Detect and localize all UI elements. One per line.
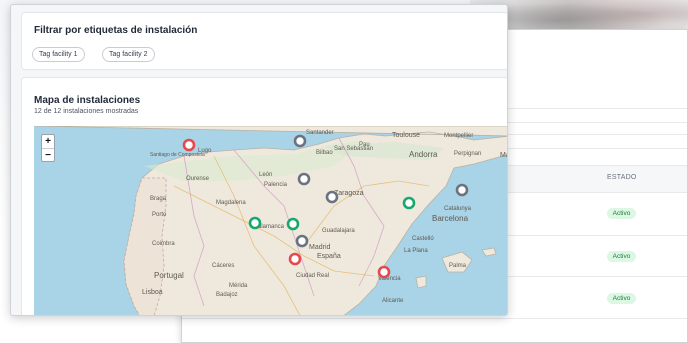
status-badge: Activo [607,208,636,219]
map-marker-6[interactable] [455,183,469,197]
status-badge: Activo [607,293,636,304]
status-badge: Activo [607,251,636,262]
map-subtitle: 12 de 12 instalaciones mostradas [34,108,139,115]
map-marker-5[interactable] [402,196,416,210]
screenshot-stage: ESTADO Activo Activo Activo Filtrar por … [0,0,688,343]
dashboard-card: Filtrar por etiquetas de instalación Tag… [10,4,508,316]
tag-chip-facility-2[interactable]: Tag facility 2 [102,47,155,62]
zoom-out-button[interactable]: − [42,149,54,162]
map-marker-9[interactable] [295,234,309,248]
map-marker-11[interactable] [377,265,391,279]
markers-layer[interactable] [34,126,508,316]
tag-filter-panel: Filtrar por etiquetas de instalación Tag… [21,12,507,70]
map-marker-7[interactable] [248,216,262,230]
column-header-estado[interactable]: ESTADO [607,174,636,181]
map-marker-2[interactable] [293,134,307,148]
filter-title: Filtrar por etiquetas de instalación [34,25,198,36]
table-row-divider [182,318,687,319]
map-marker-3[interactable] [297,172,311,186]
map-marker-8[interactable] [286,217,300,231]
map-title: Mapa de instalaciones [34,95,141,106]
map-view[interactable]: Toulouse Montpellier Santander San Sebastiá… [34,126,508,316]
map-marker-4[interactable] [325,190,339,204]
zoom-in-button[interactable]: + [42,135,54,148]
zoom-control: + − [41,134,55,162]
tag-chip-facility-1[interactable]: Tag facility 1 [32,47,85,62]
map-marker-10[interactable] [288,252,302,266]
installations-map-panel: Mapa de instalaciones 12 de 12 instalaci… [21,77,508,316]
map-marker-1[interactable] [182,138,196,152]
